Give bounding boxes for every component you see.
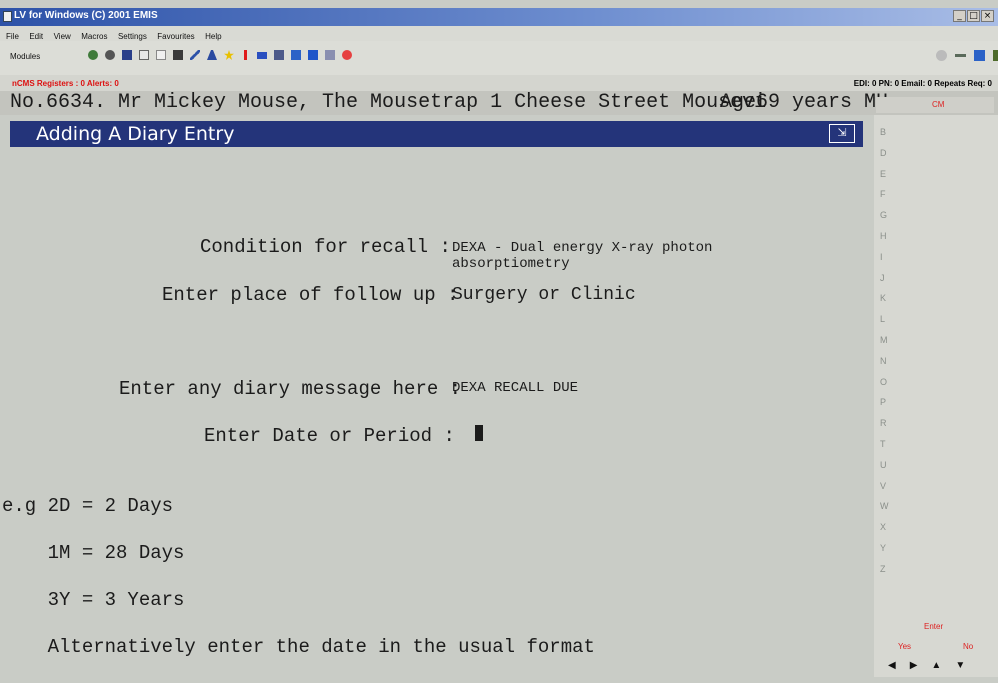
alert-icon[interactable] [244,50,247,60]
modules-button[interactable]: Modules [10,52,40,61]
help-line-4: Alternatively enter the date in the usua… [2,635,595,658]
letter-h[interactable]: H [880,226,889,247]
letter-i[interactable]: I [880,247,889,268]
enter-yes-no-panel: Enter Yes No ◀ ▶ ▲ ▼ [880,622,998,677]
toolbar-right-icons [936,50,998,61]
help-line-2: 1M = 28 Days [2,541,185,564]
back-icon[interactable] [955,54,966,57]
condition-label: Condition for recall : [200,236,451,258]
letter-index-panel [874,115,998,677]
toolbar-icons [88,50,352,60]
letter-u[interactable]: U [880,455,889,476]
save-icon[interactable] [974,50,985,61]
undo-icon[interactable] [342,50,352,60]
chart-icon[interactable] [308,50,318,60]
patient-summary: No.6634. Mr Mickey Mouse, The Mousetrap … [10,91,767,114]
letter-l[interactable]: L [880,309,889,330]
date-label: Enter Date or Period : [204,425,455,447]
minimize-button[interactable]: _ [953,10,966,22]
letter-e[interactable]: E [880,164,889,185]
letter-t[interactable]: T [880,434,889,455]
message-field[interactable]: DEXA RECALL DUE [452,381,578,395]
condition-value[interactable]: DEXA - Dual energy X-ray photon [452,241,712,255]
cm-label: CM [932,100,945,109]
enter-button[interactable]: Enter [924,622,943,631]
star-icon[interactable] [224,50,234,60]
letter-index: B D E F G H I J K L M N O P R T U V W X … [880,122,889,580]
letter-d[interactable]: D [880,143,889,164]
letter-p[interactable]: P [880,392,889,413]
place-label: Enter place of follow up : [162,284,459,306]
letter-b[interactable]: B [880,122,889,143]
pen-icon[interactable] [190,50,200,60]
letter-r[interactable]: R [880,413,889,434]
expand-icon[interactable]: ⇲ [829,124,855,143]
form-banner: Adding A Diary Entry ⇲ [10,121,863,147]
grid-icon[interactable] [291,50,301,60]
message-label: Enter any diary message here : [119,378,462,400]
restore-button[interactable]: □ [967,10,980,22]
patient-icon[interactable] [88,50,98,60]
mail-icon[interactable] [257,52,267,59]
arrow-down-icon[interactable]: ▼ [955,660,965,671]
letter-k[interactable]: K [880,288,889,309]
calendar-icon[interactable] [325,50,335,60]
condition-value-line2: absorptiometry [452,256,570,272]
letter-z[interactable]: Z [880,559,889,580]
place-field[interactable]: Surgery or Clinic [452,285,636,305]
window-title: LV for Windows (C) 2001 EMIS [14,10,158,21]
folder-icon[interactable] [173,50,183,60]
help-text: e.g 2D = 2 Days 1M = 28 Days 3Y = 3 Year… [2,471,595,683]
list-icon[interactable] [274,50,284,60]
copy-icon[interactable] [139,50,149,60]
letter-w[interactable]: W [880,496,889,517]
app-icon [3,11,12,22]
yes-button[interactable]: Yes [898,642,911,651]
cm-tab[interactable]: CM [876,97,994,113]
patient-age: Age69 years MH [720,91,889,114]
arrow-up-icon[interactable]: ▲ [931,660,941,671]
help-line-1: e.g 2D = 2 Days [2,494,174,517]
message-counters: EDI: 0 PN: 0 Email: 0 Repeats Req: 0 [853,79,992,88]
arrow-right-icon[interactable]: ▶ [910,660,918,671]
letter-o[interactable]: O [880,372,889,393]
help-line-3: 3Y = 3 Years [2,588,185,611]
settings-icon[interactable] [105,50,115,60]
status-bar: nCMS Registers : 0 Alerts: 0 EDI: 0 PN: … [0,75,998,91]
letter-g[interactable]: G [880,205,889,226]
arrow-left-icon[interactable]: ◀ [888,660,896,671]
letter-x[interactable]: X [880,517,889,538]
letter-f[interactable]: F [880,184,889,205]
form-title: Adding A Diary Entry [36,123,235,145]
toolbar: Modules [0,41,998,76]
flask-icon[interactable] [207,50,217,60]
navigation-arrows: ◀ ▶ ▲ ▼ [888,660,965,671]
exit-icon[interactable] [993,50,998,61]
letter-v[interactable]: V [880,476,889,497]
letter-m[interactable]: M [880,330,889,351]
letter-j[interactable]: J [880,268,889,289]
window-title-bar[interactable]: LV for Windows (C) 2001 EMIS _ □ × [0,8,998,26]
letter-y[interactable]: Y [880,538,889,559]
registers-alerts-status[interactable]: nCMS Registers : 0 Alerts: 0 [12,79,119,88]
help-icon[interactable] [936,50,947,61]
letter-n[interactable]: N [880,351,889,372]
text-cursor [475,425,483,441]
window-controls: _ □ × [953,10,994,22]
close-button[interactable]: × [981,10,994,22]
menu-bar: File Edit View Macros Settings Favourite… [0,26,998,41]
patient-banner: No.6634. Mr Mickey Mouse, The Mousetrap … [0,91,998,115]
no-button[interactable]: No [963,642,973,651]
document-icon[interactable] [156,50,166,60]
book-icon[interactable] [122,50,132,60]
